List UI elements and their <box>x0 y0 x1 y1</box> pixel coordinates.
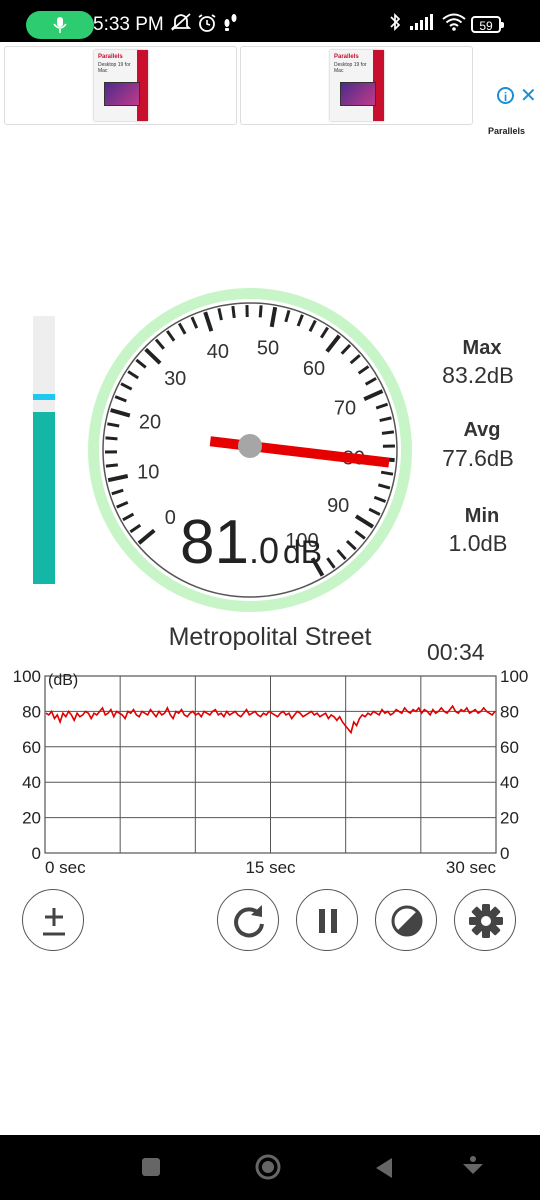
gauge-scale-label: 70 <box>334 398 356 420</box>
gear-icon <box>469 904 503 938</box>
chart-ytick-left: 0 <box>32 844 41 863</box>
gauge-minor-tick <box>380 470 394 476</box>
max-number: 83.2 <box>442 362 487 388</box>
status-bar: 5:33 PM 59 <box>0 0 540 42</box>
current-level-int: 81 <box>180 508 249 577</box>
navigation-bar <box>0 1135 540 1200</box>
chart-ytick-right: 60 <box>500 738 519 757</box>
ad-banner[interactable]: Parallels Desktop 19 for Mac Parallels D… <box>0 42 540 136</box>
mic-icon <box>53 17 67 33</box>
ad-sponsor: Parallels <box>488 126 526 136</box>
pause-icon <box>319 909 337 933</box>
chart-xtick: 15 sec <box>245 858 296 877</box>
gauge-minor-tick <box>107 422 120 428</box>
chart-ytick-right: 80 <box>500 702 519 721</box>
gauge-scale-label: 40 <box>207 341 229 363</box>
min-unit: dB <box>480 531 508 556</box>
gauge-scale-label: 60 <box>303 358 325 380</box>
plus-minus-icon <box>43 908 65 936</box>
bluetooth-icon <box>390 12 401 32</box>
circle-icon[interactable] <box>254 1153 282 1181</box>
back-icon[interactable] <box>372 1156 396 1180</box>
battery-indicator: 59 <box>471 16 504 33</box>
ad-product: Desktop 19 for Mac <box>334 62 367 74</box>
current-level-dec: .0 <box>249 530 279 571</box>
contrast-icon <box>391 905 423 937</box>
chart-ytick-left: 80 <box>22 702 41 721</box>
accessibility-icon[interactable] <box>460 1154 486 1180</box>
mic-indicator[interactable] <box>26 11 94 39</box>
square-icon[interactable] <box>141 1157 161 1177</box>
chart-ytick-left: 40 <box>22 773 41 792</box>
gauge-scale-label: 0 <box>165 507 176 529</box>
min-value: 1.0dB <box>430 530 526 557</box>
chart-ytick-left: 60 <box>22 738 41 757</box>
footsteps-icon <box>224 14 237 31</box>
gauge-scale-label: 30 <box>164 368 186 390</box>
theme-button[interactable] <box>375 889 437 951</box>
gauge-minor-tick <box>105 436 118 441</box>
chart-y-unit: (dB) <box>48 672 78 689</box>
ad-product-image: Parallels Desktop 19 for Mac <box>330 50 384 121</box>
level-peak-marker <box>33 393 55 400</box>
gauge-minor-tick <box>381 430 395 435</box>
notification-muted-icon <box>170 13 192 31</box>
chart-xtick: 0 sec <box>45 858 86 877</box>
chart-ytick-left: 100 <box>13 667 41 686</box>
max-label: Max <box>462 337 502 359</box>
gauge-scale-label: 50 <box>257 338 279 360</box>
ad-card[interactable]: Parallels Desktop 19 for Mac <box>240 46 473 125</box>
level-fill <box>33 412 55 584</box>
chart-ytick-right: 40 <box>500 773 519 792</box>
avg-unit: dB <box>486 446 514 471</box>
gauge-scale-label: 20 <box>139 411 161 433</box>
min-label: Min <box>464 505 500 527</box>
gauge-minor-tick <box>231 305 236 319</box>
ad-product-image: Parallels Desktop 19 for Mac <box>94 50 148 121</box>
ad-product: Desktop 19 for Mac <box>98 62 131 74</box>
ad-brand: Parallels <box>334 54 359 60</box>
ad-brand: Parallels <box>98 54 123 60</box>
clock: 5:33 PM <box>93 14 164 35</box>
signal-icon <box>410 14 433 30</box>
max-unit: dB <box>486 363 514 388</box>
chart-xtick: 30 sec <box>446 858 497 877</box>
avg-number: 77.6 <box>442 445 487 471</box>
info-icon[interactable]: i <box>497 87 514 104</box>
chart-ytick-left: 20 <box>22 809 41 828</box>
chart-ytick-right: 20 <box>500 809 519 828</box>
level-meter <box>33 316 55 584</box>
gauge-needle-hub <box>238 434 262 458</box>
alarm-icon <box>198 14 216 32</box>
gauge-scale-label: 90 <box>327 495 349 517</box>
ad-card[interactable]: Parallels Desktop 19 for Mac <box>4 46 237 125</box>
current-level-unit: dB <box>283 534 322 570</box>
pause-button[interactable] <box>296 889 358 951</box>
chart-ytick-right: 0 <box>500 844 509 863</box>
reset-button[interactable] <box>217 889 279 951</box>
min-number: 1.0 <box>448 530 481 556</box>
chart-ytick-right: 100 <box>500 667 528 686</box>
close-icon[interactable]: ✕ <box>520 86 537 106</box>
calibrate-button[interactable] <box>22 889 84 951</box>
gauge-minor-tick <box>105 463 118 468</box>
refresh-icon <box>234 905 264 938</box>
max-value: 83.2dB <box>430 362 526 389</box>
gauge-scale-label: 10 <box>137 462 159 484</box>
wifi-icon <box>442 13 466 31</box>
settings-button[interactable] <box>454 889 516 951</box>
level-history-chart: 100 80 60 40 20 0 100 80 60 40 20 0 0 sec 15 sec 30 … <box>13 667 529 877</box>
avg-value: 77.6dB <box>430 445 526 472</box>
sound-gauge: 0102030405060708090100 81.0dB <box>88 288 412 612</box>
gauge-minor-tick <box>258 305 263 318</box>
avg-label: Avg <box>463 419 501 441</box>
